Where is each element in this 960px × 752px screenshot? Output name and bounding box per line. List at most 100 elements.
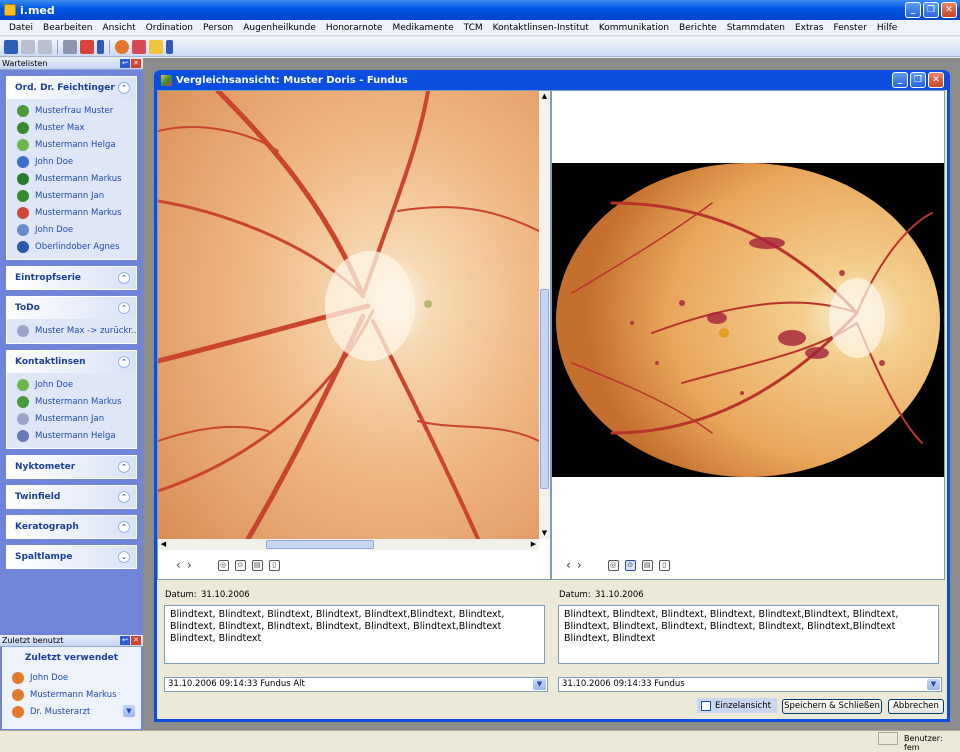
fit-icon[interactable]: ◎ <box>217 559 229 571</box>
menu-honorarnote[interactable]: Honorarnote <box>321 23 388 33</box>
recent-item[interactable]: Dr. Musterarzt ▼ <box>2 703 141 720</box>
actual-size-icon[interactable]: ⊙ <box>624 559 636 571</box>
right-image-select[interactable]: 31.10.2006 09:14:33 Fundus ▼ <box>558 677 942 692</box>
menu-kommunikation[interactable]: Kommunikation <box>594 23 674 33</box>
add-icon[interactable] <box>21 39 35 54</box>
document-icon[interactable]: ▯ <box>268 559 280 571</box>
chevron-up-icon[interactable]: ⌃ <box>118 272 130 284</box>
delete-icon[interactable] <box>38 39 52 54</box>
menu-augenheilkunde[interactable]: Augenheilkunde <box>238 23 321 33</box>
maximize-button[interactable]: ❐ <box>923 2 939 18</box>
chevron-up-icon[interactable]: ⌃ <box>118 82 130 94</box>
scroll-up-icon[interactable]: ▲ <box>539 91 550 102</box>
menu-extras[interactable]: Extras <box>790 23 828 33</box>
list-item[interactable]: John Doe <box>7 153 136 170</box>
save-icon[interactable] <box>4 39 18 54</box>
close-icon[interactable]: ✕ <box>131 59 141 68</box>
menu-ordination[interactable]: Ordination <box>141 23 198 33</box>
copy-icon[interactable]: ▤ <box>251 559 263 571</box>
waitlist-group-header[interactable]: Keratograph ⌃ <box>7 516 136 538</box>
fit-icon[interactable]: ◎ <box>607 559 619 571</box>
left-notes-textarea[interactable]: Blindtext, Blindtext, Blindtext, Blindte… <box>164 605 545 664</box>
minimize-button[interactable]: _ <box>892 72 908 88</box>
waitlist-group-header[interactable]: Ord. Dr. Feichtinger ⌃ <box>7 77 136 99</box>
scroll-down-icon[interactable]: ▼ <box>539 528 550 539</box>
single-view-toggle[interactable]: Einzelansicht <box>697 698 777 713</box>
chevron-down-icon[interactable]: ▼ <box>927 679 940 690</box>
waitlist-group-header[interactable]: Kontaktlinsen ⌃ <box>7 351 136 373</box>
chevron-down-icon[interactable]: ⌄ <box>118 551 130 563</box>
list-item[interactable]: John Doe <box>7 376 136 393</box>
list-item[interactable]: Mustermann Helga <box>7 427 136 444</box>
scroll-right-icon[interactable]: ▶ <box>528 539 539 550</box>
list-item[interactable]: John Doe <box>7 221 136 238</box>
chevron-up-icon[interactable]: ⌃ <box>118 302 130 314</box>
next-icon[interactable]: › <box>187 558 192 572</box>
menu-berichte[interactable]: Berichte <box>674 23 722 33</box>
recent-item[interactable]: John Doe <box>2 669 141 686</box>
waitlist-group-header[interactable]: Eintropfserie ⌃ <box>7 267 136 289</box>
list-item[interactable]: Mustermann Helga <box>7 136 136 153</box>
document-icon[interactable]: ▯ <box>658 559 670 571</box>
folder-icon[interactable] <box>149 39 163 54</box>
list-item[interactable]: Mustermann Jan <box>7 187 136 204</box>
menu-medikamente[interactable]: Medikamente <box>387 23 458 33</box>
menu-person[interactable]: Person <box>198 23 238 33</box>
close-button[interactable]: ✕ <box>928 72 944 88</box>
single-view-checkbox[interactable] <box>701 700 711 711</box>
chevron-up-icon[interactable]: ⌃ <box>118 491 130 503</box>
close-button[interactable]: ✕ <box>941 2 957 18</box>
actual-size-icon[interactable]: ⊙ <box>234 559 246 571</box>
waitlist-group-header[interactable]: Twinfield ⌃ <box>7 486 136 508</box>
list-item[interactable]: Muster Max -> zurückr.. <box>7 322 137 339</box>
print-icon[interactable] <box>63 39 77 54</box>
menu-hilfe[interactable]: Hilfe <box>872 23 902 33</box>
list-item[interactable]: Mustermann Markus <box>7 170 136 187</box>
scroll-down-icon[interactable]: ▼ <box>123 705 135 717</box>
pin-icon[interactable]: ↩ <box>120 59 130 68</box>
list-item[interactable]: Oberlindober Agnes <box>7 238 136 255</box>
previous-icon[interactable]: ‹ <box>176 558 181 572</box>
menu-datei[interactable]: Datei <box>4 23 38 33</box>
person-icon[interactable] <box>115 39 129 54</box>
menu-ansicht[interactable]: Ansicht <box>97 23 140 33</box>
menu-stammdaten[interactable]: Stammdaten <box>722 23 790 33</box>
cancel-button[interactable]: Abbrechen <box>888 699 944 714</box>
list-item[interactable]: Mustermann Markus <box>7 204 136 221</box>
waitlist-group-header[interactable]: Nyktometer ⌃ <box>7 456 136 478</box>
horizontal-scroll-thumb[interactable] <box>266 540 374 549</box>
left-image-select[interactable]: 31.10.2006 09:14:33 Fundus Alt ▼ <box>164 677 548 692</box>
toolbar-overflow-icon[interactable] <box>166 39 173 54</box>
maximize-button[interactable]: ❐ <box>910 72 926 88</box>
scroll-left-icon[interactable]: ◀ <box>158 539 169 550</box>
vertical-scroll-thumb[interactable] <box>540 289 549 489</box>
minimize-button[interactable]: _ <box>905 2 921 18</box>
list-item[interactable]: Muster Max <box>7 119 136 136</box>
menu-tcm[interactable]: TCM <box>459 23 488 33</box>
list-item[interactable]: Musterfrau Muster <box>7 102 136 119</box>
chevron-down-icon[interactable]: ▼ <box>533 679 546 690</box>
previous-icon[interactable]: ‹ <box>566 558 571 572</box>
chevron-up-icon[interactable]: ⌃ <box>118 461 130 473</box>
right-notes-textarea[interactable]: Blindtext, Blindtext, Blindtext, Blindte… <box>558 605 939 664</box>
menu-fenster[interactable]: Fenster <box>828 23 871 33</box>
close-icon[interactable]: ✕ <box>131 636 141 645</box>
toolbar-overflow-icon[interactable] <box>97 39 104 54</box>
list-item[interactable]: Mustermann Markus <box>7 393 136 410</box>
recent-item[interactable]: Mustermann Markus <box>2 686 141 703</box>
waitlist-group-header[interactable]: ToDo ⌃ <box>7 297 136 319</box>
left-vertical-scrollbar[interactable]: ▲ ▼ <box>539 91 550 539</box>
menu-kontaktlinsen-institut[interactable]: Kontaktlinsen-Institut <box>488 23 594 33</box>
menu-bearbeiten[interactable]: Bearbeiten <box>38 23 97 33</box>
save-close-button[interactable]: Speichern & Schließen <box>782 699 882 714</box>
waitlist-group-header[interactable]: Spaltlampe ⌄ <box>7 546 136 568</box>
left-horizontal-scrollbar[interactable]: ◀ ▶ <box>158 539 539 550</box>
next-icon[interactable]: › <box>577 558 582 572</box>
pin-icon[interactable]: ↩ <box>120 636 130 645</box>
stop-icon[interactable] <box>80 39 94 54</box>
chevron-up-icon[interactable]: ⌃ <box>118 356 130 368</box>
list-item[interactable]: Mustermann Jan <box>7 410 136 427</box>
chevron-up-icon[interactable]: ⌃ <box>118 521 130 533</box>
copy-icon[interactable]: ▤ <box>641 559 653 571</box>
calendar-icon[interactable] <box>132 39 146 54</box>
